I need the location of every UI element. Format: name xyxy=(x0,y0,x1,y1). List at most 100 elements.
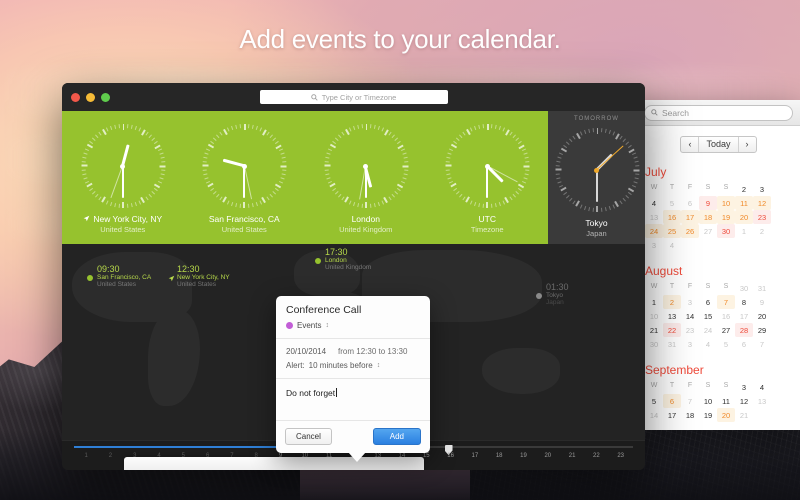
calendar-day-cell[interactable]: 24 xyxy=(699,323,717,337)
chevron-updown-icon[interactable]: ↕ xyxy=(377,362,381,370)
calendar-day-cell[interactable]: 25 xyxy=(663,224,681,238)
calendar-day-cell[interactable]: 2 xyxy=(735,182,753,196)
calendar-day-cell[interactable]: 1 xyxy=(645,295,663,309)
map-marker-new-york-city-ny[interactable]: 12:30 New York City, NY United States xyxy=(168,264,230,288)
calendar-day-cell[interactable]: 20 xyxy=(735,210,753,224)
calendar-day-cell[interactable]: 5 xyxy=(663,196,681,210)
calendar-day-cell[interactable]: 2 xyxy=(753,224,771,238)
event-date[interactable]: 20/10/2014 xyxy=(286,347,326,356)
calendar-day-cell[interactable]: 8 xyxy=(735,295,753,309)
calendar-day-cell[interactable]: 1 xyxy=(735,224,753,238)
calendar-search-field[interactable]: Search xyxy=(644,104,793,121)
map-marker-tokyo[interactable]: 01:30 Tokyo Japan xyxy=(536,282,569,306)
calendar-day-cell[interactable]: 10 xyxy=(645,309,663,323)
clock-card-new-york-city-ny[interactable]: New York City, NY United States xyxy=(62,111,184,244)
calendar-day-cell[interactable]: 31 xyxy=(663,337,681,351)
calendar-day-cell[interactable]: 5 xyxy=(645,394,663,408)
calendar-day-cell[interactable]: 14 xyxy=(681,309,699,323)
calendar-day-cell[interactable]: 15 xyxy=(699,309,717,323)
calendar-day-cell[interactable]: 6 xyxy=(699,295,717,309)
calendar-day-cell[interactable]: 27 xyxy=(699,224,717,238)
calendar-day-cell[interactable]: 30 xyxy=(717,224,735,238)
calendar-day-cell[interactable]: 18 xyxy=(681,408,699,422)
minimize-button[interactable] xyxy=(86,92,95,102)
calendar-day-cell[interactable]: 11 xyxy=(735,196,753,210)
map-marker-london[interactable]: 17:30 London United Kingdom xyxy=(315,247,371,271)
calendar-day-cell[interactable]: 21 xyxy=(735,408,753,422)
calendar-day-cell[interactable]: 2 xyxy=(663,295,681,309)
calendar-day-cell[interactable]: 26 xyxy=(681,224,699,238)
event-note-field[interactable]: Do not forget xyxy=(276,379,430,421)
calendar-day-cell[interactable]: 3 xyxy=(753,182,771,196)
calendar-day-cell[interactable]: 19 xyxy=(699,408,717,422)
calendar-day-cell[interactable]: 5 xyxy=(717,337,735,351)
map-marker-san-francisco-ca[interactable]: 09:30 San Francisco, CA United States xyxy=(87,264,151,288)
calendar-day-cell[interactable]: 4 xyxy=(663,238,681,252)
calendar-day-cell[interactable]: 9 xyxy=(699,196,717,210)
calendar-day-cell[interactable]: 18 xyxy=(699,210,717,224)
calendar-day-cell[interactable]: 6 xyxy=(735,337,753,351)
event-title[interactable]: Conference Call xyxy=(286,304,420,316)
clock-card-tokyo[interactable]: TOMORROW Tokyo Japan xyxy=(548,111,645,244)
calendar-day-cell[interactable]: 13 xyxy=(753,394,771,408)
calendar-day-cell[interactable]: 19 xyxy=(717,210,735,224)
calendar-day-cell[interactable]: 16 xyxy=(717,309,735,323)
calendar-day-cell[interactable]: 31 xyxy=(753,281,771,295)
calendar-day-cell[interactable]: 29 xyxy=(753,323,771,337)
calendar-day-cell[interactable]: 10 xyxy=(699,394,717,408)
calendar-day-cell[interactable]: 9 xyxy=(753,295,771,309)
prev-month-button[interactable]: ‹ xyxy=(681,137,700,152)
close-button[interactable] xyxy=(71,92,80,102)
cancel-button[interactable]: Cancel xyxy=(285,428,332,445)
clock-card-san-francisco-ca[interactable]: San Francisco, CA United States xyxy=(183,111,305,244)
window-controls[interactable] xyxy=(71,92,110,102)
calendar-day-cell[interactable]: 7 xyxy=(681,394,699,408)
calendar-day-cell[interactable]: 6 xyxy=(663,394,681,408)
calendar-day-cell[interactable]: 6 xyxy=(681,196,699,210)
calendar-day-cell[interactable]: 3 xyxy=(645,238,663,252)
calendar-day-cell[interactable]: 3 xyxy=(735,380,753,394)
calendar-day-cell[interactable]: 17 xyxy=(735,309,753,323)
calendar-day-cell[interactable]: 21 xyxy=(645,323,663,337)
calendar-day-cell[interactable]: 12 xyxy=(735,394,753,408)
today-button[interactable]: Today xyxy=(699,137,739,152)
calendar-day-cell[interactable]: 13 xyxy=(645,210,663,224)
calendar-day-cell[interactable]: 23 xyxy=(681,323,699,337)
calendar-day-cell[interactable]: 11 xyxy=(717,394,735,408)
maximize-button[interactable] xyxy=(101,92,110,102)
calendar-day-cell[interactable]: 17 xyxy=(663,408,681,422)
calendar-day-cell[interactable]: 10 xyxy=(717,196,735,210)
calendar-day-cell[interactable]: 20 xyxy=(717,408,735,422)
calendar-day-cell[interactable]: 24 xyxy=(645,224,663,238)
calendar-day-cell[interactable]: 4 xyxy=(753,380,771,394)
event-popover[interactable]: Conference Call Events ↕ 20/10/2014 from… xyxy=(276,296,430,462)
calendar-day-cell[interactable]: 7 xyxy=(717,295,735,309)
calendar-day-cell[interactable]: 14 xyxy=(645,408,663,422)
calendar-day-cell[interactable]: 22 xyxy=(663,323,681,337)
alert-value[interactable]: 10 minutes before xyxy=(309,361,373,370)
calendar-day-cell[interactable]: 28 xyxy=(735,323,753,337)
clock-card-london[interactable]: London United Kingdom xyxy=(305,111,427,244)
calendar-day-cell[interactable]: 23 xyxy=(753,210,771,224)
calendar-app-window[interactable]: Search ‹ Today › July W T F S S 2 3 4 5 6 9 10 11 12 13… xyxy=(637,100,800,430)
add-button[interactable]: Add xyxy=(372,428,421,445)
calendar-day-cell[interactable]: 16 xyxy=(663,210,681,224)
chevron-updown-icon[interactable]: ↕ xyxy=(325,322,329,330)
calendar-day-cell[interactable]: 7 xyxy=(753,337,771,351)
calendar-day-cell[interactable]: 30 xyxy=(735,281,753,295)
calendar-day-cell[interactable]: 17 xyxy=(681,210,699,224)
calendar-day-cell[interactable]: 12 xyxy=(753,196,771,210)
clock-card-utc[interactable]: UTC Timezone xyxy=(426,111,548,244)
next-month-button[interactable]: › xyxy=(739,137,756,152)
calendar-day-cell[interactable]: 30 xyxy=(645,337,663,351)
calendar-day-cell[interactable]: 20 xyxy=(753,309,771,323)
calendar-day-cell[interactable]: 27 xyxy=(717,323,735,337)
calendar-day-cell[interactable]: 13 xyxy=(663,309,681,323)
calendar-day-cell[interactable]: 4 xyxy=(699,337,717,351)
calendar-day-cell[interactable]: 3 xyxy=(681,295,699,309)
calendar-day-cell[interactable]: 3 xyxy=(681,337,699,351)
event-time-range[interactable]: from 12:30 to 13:30 xyxy=(338,347,407,356)
city-search-input[interactable]: Type City or Timezone xyxy=(259,90,448,104)
calendar-day-cell[interactable]: 4 xyxy=(645,196,663,210)
event-calendar-selector[interactable]: Events ↕ xyxy=(286,321,420,330)
